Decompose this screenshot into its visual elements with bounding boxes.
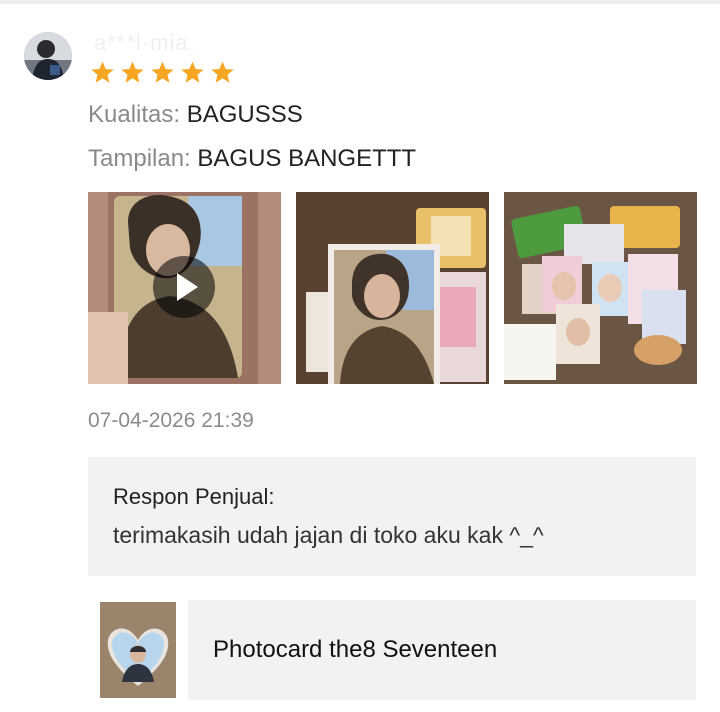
star-rating xyxy=(90,60,240,85)
attribute-key: Tampilan: xyxy=(88,145,191,172)
review-photo[interactable] xyxy=(296,192,489,384)
reviewer-username[interactable]: a***l·mia. xyxy=(94,30,196,56)
product-thumbnail xyxy=(100,602,176,698)
product-thumbnail-frame xyxy=(88,600,188,700)
seller-reply: Respon Penjual: terimakasih udah jajan d… xyxy=(88,457,696,576)
review-video-thumbnail[interactable] xyxy=(88,192,281,384)
play-icon xyxy=(177,273,198,301)
star-icon xyxy=(91,61,114,83)
avatar[interactable] xyxy=(24,32,72,80)
attribute-key: Kualitas: xyxy=(88,101,181,128)
review-photo[interactable] xyxy=(504,192,697,384)
product-card[interactable]: Photocard the8 Seventeen xyxy=(88,600,696,700)
star-icon xyxy=(121,61,144,83)
attribute-appearance: Tampilan: BAGUS BANGETTT xyxy=(88,145,416,173)
star-icon xyxy=(151,61,174,83)
attribute-quality: Kualitas: BAGUSSS xyxy=(88,101,303,129)
attribute-value: BAGUS BANGETTT xyxy=(197,145,417,172)
seller-reply-title: Respon Penjual: xyxy=(113,484,275,509)
attribute-value: BAGUSSS xyxy=(186,101,303,128)
star-icon xyxy=(181,61,204,83)
product-name[interactable]: Photocard the8 Seventeen xyxy=(213,636,497,664)
top-divider xyxy=(0,0,720,4)
play-button[interactable] xyxy=(153,256,215,318)
star-icon xyxy=(211,61,234,83)
review-date: 07-04-2026 21:39 xyxy=(88,409,254,432)
seller-reply-body: terimakasih udah jajan di toko aku kak ^… xyxy=(113,522,544,548)
